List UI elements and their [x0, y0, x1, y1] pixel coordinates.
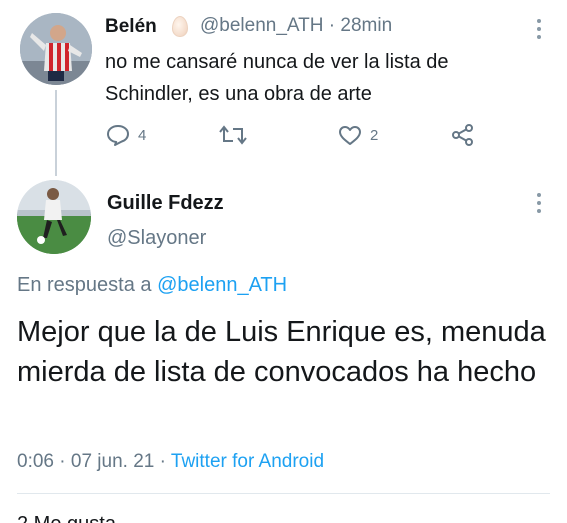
parent-meta: @belenn_ATH · 28min: [200, 15, 392, 37]
parent-more-options-icon[interactable]: [536, 18, 542, 40]
avatar-photo-icon: [17, 180, 91, 254]
parent-tweet-text: no me cansaré nunca de ver la lista de S…: [105, 51, 449, 105]
reply-time[interactable]: 0:06: [17, 451, 54, 472]
section-divider: [17, 493, 550, 494]
reply-count: 4: [138, 126, 147, 144]
retweet-icon: [219, 125, 247, 145]
retweet-action-button[interactable]: [219, 124, 247, 146]
tweet-detail-view: Belén @belenn_ATH · 28min no me cansaré …: [0, 0, 567, 523]
heart-icon: [339, 126, 361, 145]
egg-emoji-icon: [172, 16, 188, 37]
reply-icon: [107, 125, 129, 146]
like-count: 2: [370, 127, 379, 144]
reply-tweet-text: Mejor que la de Luis Enrique es, menuda …: [17, 316, 546, 388]
replying-to-label: En respuesta a: [17, 274, 152, 296]
tweet-source-link[interactable]: Twitter for Android: [171, 451, 324, 472]
parent-handle[interactable]: @belenn_ATH: [200, 15, 324, 36]
meta-separator: ·: [59, 451, 66, 472]
parent-avatar[interactable]: [20, 13, 92, 85]
reply-handle[interactable]: @Slayoner: [107, 227, 206, 250]
avatar-photo-icon: [20, 13, 92, 85]
likes-summary-cut-off[interactable]: 2 Me gusta: [17, 513, 116, 523]
reply-timestamp-line: 0:06 · 07 jun. 21 · Twitter for Android: [17, 451, 324, 473]
reply-action-button[interactable]: 4: [106, 124, 146, 146]
like-action-button[interactable]: 2: [338, 125, 378, 146]
reply-avatar[interactable]: [17, 180, 91, 254]
parent-time[interactable]: 28min: [340, 15, 392, 36]
meta-separator: ·: [328, 15, 336, 36]
thread-connector-line: [55, 90, 57, 176]
reply-display-name[interactable]: Guille Fdezz: [107, 192, 224, 215]
share-icon: [452, 124, 473, 146]
reply-more-options-icon[interactable]: [536, 192, 542, 214]
meta-separator: ·: [159, 451, 166, 472]
replying-to-handle-link[interactable]: @belenn_ATH: [157, 274, 287, 296]
parent-display-name[interactable]: Belén: [105, 16, 157, 38]
share-action-button[interactable]: [451, 123, 475, 147]
replying-to-line: En respuesta a @belenn_ATH: [17, 274, 287, 297]
reply-date[interactable]: 07 jun. 21: [71, 451, 154, 472]
